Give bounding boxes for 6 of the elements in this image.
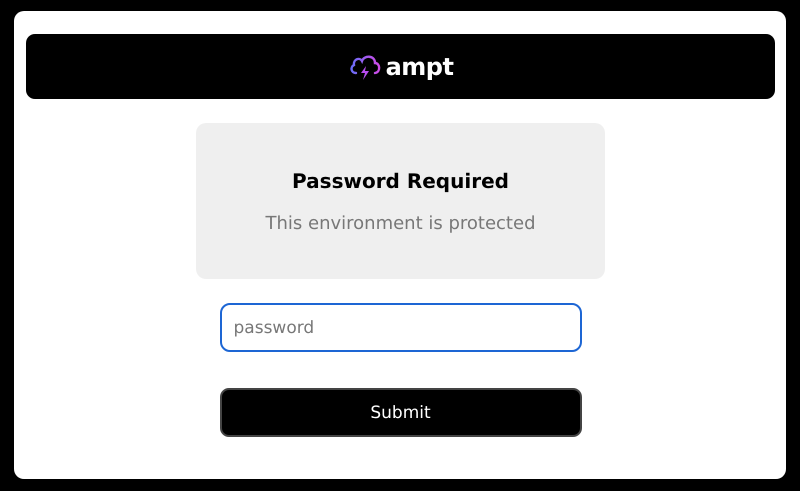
submit-button[interactable]: Submit bbox=[220, 388, 582, 437]
brand-name: ampt bbox=[386, 52, 454, 80]
notice-message: This environment is protected bbox=[266, 212, 536, 234]
password-field[interactable]: password bbox=[220, 303, 582, 352]
notice-title: Password Required bbox=[292, 168, 509, 192]
cloud-lightning-icon bbox=[348, 52, 382, 80]
